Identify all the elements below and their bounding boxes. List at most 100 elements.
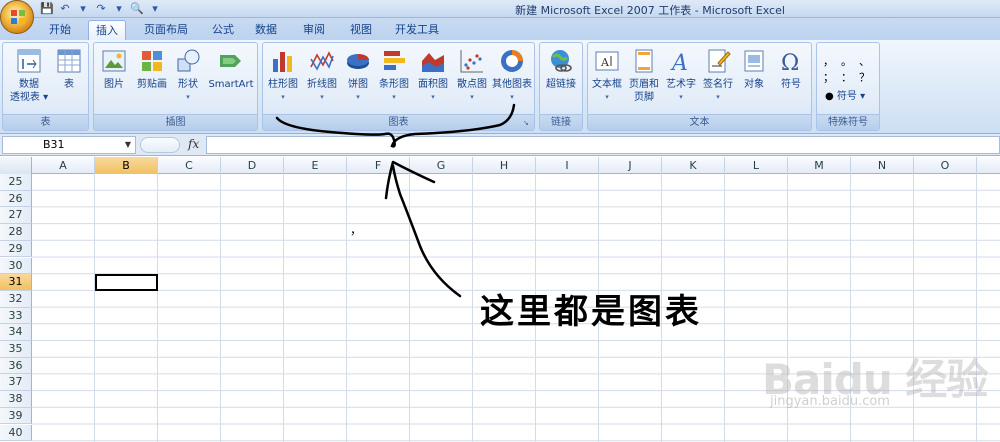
smartart-button[interactable]: SmartArt xyxy=(205,47,257,91)
redo-icon[interactable]: ↷ xyxy=(94,2,108,16)
column-header-a[interactable]: A xyxy=(32,157,95,174)
pie-chart-button[interactable]: 饼图 ▾ xyxy=(342,47,374,104)
column-header-e[interactable]: E xyxy=(284,157,347,174)
column-header-l[interactable]: L xyxy=(725,157,788,174)
column-header-k[interactable]: K xyxy=(662,157,725,174)
customize-qat-icon[interactable]: ▾ xyxy=(148,2,162,16)
office-button[interactable] xyxy=(0,0,34,34)
row-header-32[interactable]: 32 xyxy=(0,290,32,308)
pivot-table-button[interactable]: 数据 透视表 ▾ xyxy=(7,47,51,104)
row-header-31[interactable]: 31 xyxy=(0,274,32,291)
column-header-i[interactable]: I xyxy=(536,157,599,174)
bar-chart-button[interactable]: 条形图 ▾ xyxy=(375,47,413,104)
column-header-o[interactable]: O xyxy=(914,157,977,174)
clip-art-button[interactable]: 剪贴画 xyxy=(132,47,172,91)
name-box[interactable]: B31 ▼ xyxy=(2,136,136,154)
watermark-url: jingyan.baidu.com xyxy=(770,394,890,409)
svg-text:A: A xyxy=(670,51,688,75)
row-header-40[interactable]: 40 xyxy=(0,424,32,442)
tab-1[interactable]: 插入 xyxy=(88,20,126,40)
row-header-33[interactable]: 33 xyxy=(0,307,32,325)
insert-function-button[interactable]: fx xyxy=(188,137,199,151)
column-header-b[interactable]: B xyxy=(95,157,158,174)
column-header-c[interactable]: C xyxy=(158,157,221,174)
undo-dropdown-icon[interactable]: ▾ xyxy=(76,2,90,16)
symbol-button[interactable]: Ω 符号 xyxy=(774,47,808,91)
row-header-28[interactable]: 28 xyxy=(0,224,32,241)
hyperlink-button[interactable]: 超链接 xyxy=(542,47,580,91)
tab-3[interactable]: 公式 xyxy=(206,20,240,40)
special-symbol-bullet-icon: ● xyxy=(825,91,834,102)
column-header-g[interactable]: G xyxy=(410,157,473,174)
shapes-label: 形状 xyxy=(178,79,198,90)
clip-art-label: 剪贴画 xyxy=(137,79,167,90)
row-header-35[interactable]: 35 xyxy=(0,341,32,358)
table-button[interactable]: 表 xyxy=(53,47,85,91)
row-header-38[interactable]: 38 xyxy=(0,391,32,408)
tab-5[interactable]: 审阅 xyxy=(294,20,334,40)
group-special-symbols: ， 。 、 ； ： ？ ● 符号 ▾ 特殊符号 xyxy=(816,42,880,131)
row-header-36[interactable]: 36 xyxy=(0,357,32,375)
undo-icon[interactable]: ↶ xyxy=(58,2,72,16)
scatter-chart-icon xyxy=(460,50,483,73)
row-header-25[interactable]: 25 xyxy=(0,174,32,191)
select-all-corner[interactable] xyxy=(0,157,32,174)
pivot-table-icon xyxy=(17,49,41,73)
active-cell-b31[interactable] xyxy=(95,274,158,291)
tab-7[interactable]: 开发工具 xyxy=(388,20,446,40)
column-chart-dropdown-icon: ▾ xyxy=(281,93,285,101)
group-links: 超链接 链接 xyxy=(539,42,583,131)
charts-dialog-launcher-icon[interactable]: ↘ xyxy=(523,119,531,127)
tab-4[interactable]: 数据 xyxy=(246,20,286,40)
save-icon[interactable]: 💾 xyxy=(40,2,54,16)
formula-cancel-enter-icon[interactable] xyxy=(140,137,180,153)
column-header-h[interactable]: H xyxy=(473,157,536,174)
smartart-icon xyxy=(220,55,241,67)
column-header-m[interactable]: M xyxy=(788,157,851,174)
other-charts-button[interactable]: 其他图表 ▾ xyxy=(489,47,535,104)
wordart-button[interactable]: A 艺术字 ▾ xyxy=(663,47,699,104)
picture-button[interactable]: 图片 xyxy=(97,47,131,91)
scatter-chart-button[interactable]: 散点图 ▾ xyxy=(453,47,491,104)
row-header-29[interactable]: 29 xyxy=(0,240,32,258)
header-footer-button[interactable]: 页眉和 页脚 xyxy=(626,47,662,104)
print-preview-icon[interactable]: 🔍 xyxy=(130,2,144,16)
row-header-37[interactable]: 37 xyxy=(0,374,32,392)
group-text: A 文本框 ▾ 页眉和 页脚 A 艺术字 ▾ 签名行 ▾ 对象 Ω 符号 文本 xyxy=(587,42,812,131)
column-chart-button[interactable]: 柱形图 ▾ xyxy=(264,47,302,104)
column-header-n[interactable]: N xyxy=(851,157,914,174)
name-box-dropdown-icon[interactable]: ▼ xyxy=(125,137,131,153)
line-chart-button[interactable]: 折线图 ▾ xyxy=(303,47,341,104)
redo-dropdown-icon[interactable]: ▾ xyxy=(112,2,126,16)
tab-2[interactable]: 页面布局 xyxy=(134,20,198,40)
column-header-d[interactable]: D xyxy=(221,157,284,174)
signature-line-button[interactable]: 签名行 ▾ xyxy=(700,47,736,104)
row-header-39[interactable]: 39 xyxy=(0,407,32,425)
symbol-icon: Ω xyxy=(781,51,799,75)
column-header-j[interactable]: J xyxy=(599,157,662,174)
row-header-30[interactable]: 30 xyxy=(0,257,32,275)
textbox-button[interactable]: A 文本框 ▾ xyxy=(589,47,625,104)
pivot-table-label: 数据 xyxy=(19,79,39,90)
tab-6[interactable]: 视图 xyxy=(342,20,380,40)
tab-0[interactable]: 开始 xyxy=(38,20,82,40)
name-box-value: B31 xyxy=(43,138,65,151)
row-header-27[interactable]: 27 xyxy=(0,207,32,225)
textbox-label: 文本框 xyxy=(592,79,622,90)
formula-input[interactable] xyxy=(206,136,1000,154)
row-header-34[interactable]: 34 xyxy=(0,324,32,341)
area-chart-button[interactable]: 面积图 ▾ xyxy=(414,47,452,104)
column-header-f[interactable]: F xyxy=(347,157,410,174)
scatter-chart-dropdown-icon: ▾ xyxy=(470,93,474,101)
row-header-26[interactable]: 26 xyxy=(0,190,32,208)
group-charts-label: 图表 xyxy=(263,114,534,130)
special-symbols-row-1[interactable]: ， 。 、 xyxy=(823,53,870,69)
ribbon-tab-bar: 开始 插入 页面布局 公式 数据 审阅 视图 开发工具 xyxy=(0,18,1000,40)
special-symbol-button[interactable]: ● 符号 ▾ xyxy=(825,87,865,102)
other-charts-dropdown-icon: ▾ xyxy=(510,93,514,101)
window-title-text: 新建 Microsoft Excel 2007 工作表 - Microsoft … xyxy=(515,4,785,17)
shapes-button[interactable]: 形状 ▾ xyxy=(172,47,204,104)
object-button[interactable]: 对象 xyxy=(737,47,771,91)
special-symbols-row-2[interactable]: ； ： ？ xyxy=(823,69,870,85)
group-illustrations: 图片 剪贴画 形状 ▾ SmartArt 插图 xyxy=(93,42,258,131)
